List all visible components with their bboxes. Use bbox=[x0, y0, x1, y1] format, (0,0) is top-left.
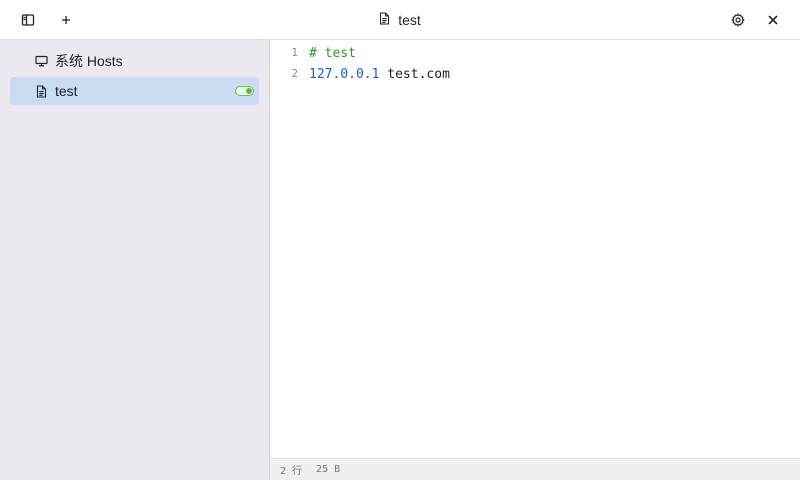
editor-line: 2 127.0.0.1 test.com bbox=[270, 65, 800, 85]
add-button[interactable] bbox=[54, 8, 78, 32]
toggle-knob bbox=[246, 88, 252, 94]
monitor-icon bbox=[34, 54, 48, 68]
line-number: 2 bbox=[291, 67, 298, 80]
file-icon bbox=[34, 84, 48, 98]
file-size: 25 B bbox=[316, 464, 341, 475]
sidebar-item-label: test bbox=[55, 83, 78, 99]
line-number: 1 bbox=[291, 46, 298, 59]
ip-address: 127.0.0.1 bbox=[309, 67, 380, 82]
window-title: test bbox=[379, 12, 421, 28]
gear-icon bbox=[731, 13, 745, 27]
sidebar: 系统 Hosts test bbox=[0, 40, 270, 480]
hostname: test.com bbox=[379, 67, 450, 82]
sidebar-toggle-icon bbox=[21, 13, 35, 27]
line-content: # test bbox=[309, 44, 356, 64]
close-button[interactable] bbox=[761, 8, 785, 32]
line-count: 2 行 bbox=[280, 466, 303, 477]
plus-icon bbox=[60, 14, 72, 26]
code-editor[interactable]: 1 # test 2 127.0.0.1 test.com bbox=[270, 40, 800, 458]
comment-text: # test bbox=[309, 46, 356, 61]
sidebar-item-label: 系统 Hosts bbox=[55, 53, 123, 69]
title-bar: test bbox=[0, 0, 800, 40]
sidebar-item-test[interactable]: test bbox=[10, 77, 259, 105]
title-text: test bbox=[398, 12, 421, 28]
status-bar: 2 行 25 B bbox=[270, 458, 800, 480]
sidebar-toggle-button[interactable] bbox=[16, 8, 40, 32]
enable-toggle[interactable] bbox=[235, 86, 254, 96]
editor-line: 1 # test bbox=[270, 44, 800, 64]
line-content: 127.0.0.1 test.com bbox=[309, 65, 450, 85]
file-icon bbox=[379, 12, 390, 28]
settings-button[interactable] bbox=[726, 8, 750, 32]
close-icon bbox=[767, 14, 779, 26]
sidebar-item-system-hosts[interactable]: 系统 Hosts bbox=[10, 47, 259, 75]
